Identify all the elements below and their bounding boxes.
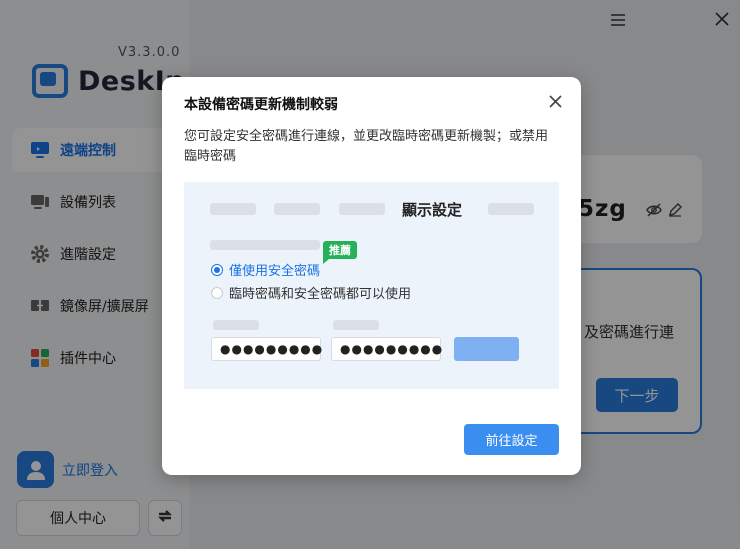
preview-title: 顯示設定 bbox=[402, 201, 463, 219]
placeholder-bar bbox=[488, 203, 534, 215]
option-label: 僅使用安全密碼 bbox=[229, 264, 321, 279]
close-icon bbox=[548, 93, 562, 112]
recommended-badge: 推薦 bbox=[323, 241, 357, 264]
placeholder-bar bbox=[339, 203, 385, 215]
placeholder-button bbox=[454, 337, 519, 361]
placeholder-bar bbox=[213, 320, 259, 330]
placeholder-bar bbox=[274, 203, 320, 215]
option-both-passwords: 臨時密碼和安全密碼都可以使用 bbox=[211, 283, 411, 302]
dialog-description: 您可設定安全密碼進行連線，並更改臨時密碼更新機製；或禁用臨時密碼 bbox=[184, 129, 549, 164]
radio-selected bbox=[211, 263, 223, 276]
option-secure-password-only: 僅使用安全密碼 bbox=[211, 260, 320, 279]
password-field-1: ●●●●●●●●● bbox=[211, 337, 322, 361]
placeholder-bar bbox=[210, 240, 320, 250]
password-field-2: ●●●●●●●●● bbox=[331, 337, 442, 361]
option-label: 臨時密碼和安全密碼都可以使用 bbox=[229, 287, 412, 302]
settings-preview: 顯示設定 推薦 僅使用安全密碼 臨時密碼和安全密碼都可以使用 ●●●●●●●●●… bbox=[184, 182, 559, 389]
placeholder-bar bbox=[333, 320, 379, 330]
dialog-title: 本設備密碼更新機制較弱 bbox=[184, 97, 338, 113]
go-to-settings-button[interactable]: 前往設定 bbox=[464, 424, 559, 455]
dialog-close-button[interactable] bbox=[546, 93, 564, 111]
weak-password-dialog: 本設備密碼更新機制較弱 您可設定安全密碼進行連線，並更改臨時密碼更新機製；或禁用… bbox=[162, 77, 581, 475]
placeholder-bar bbox=[210, 203, 256, 215]
radio-unselected bbox=[211, 286, 223, 299]
